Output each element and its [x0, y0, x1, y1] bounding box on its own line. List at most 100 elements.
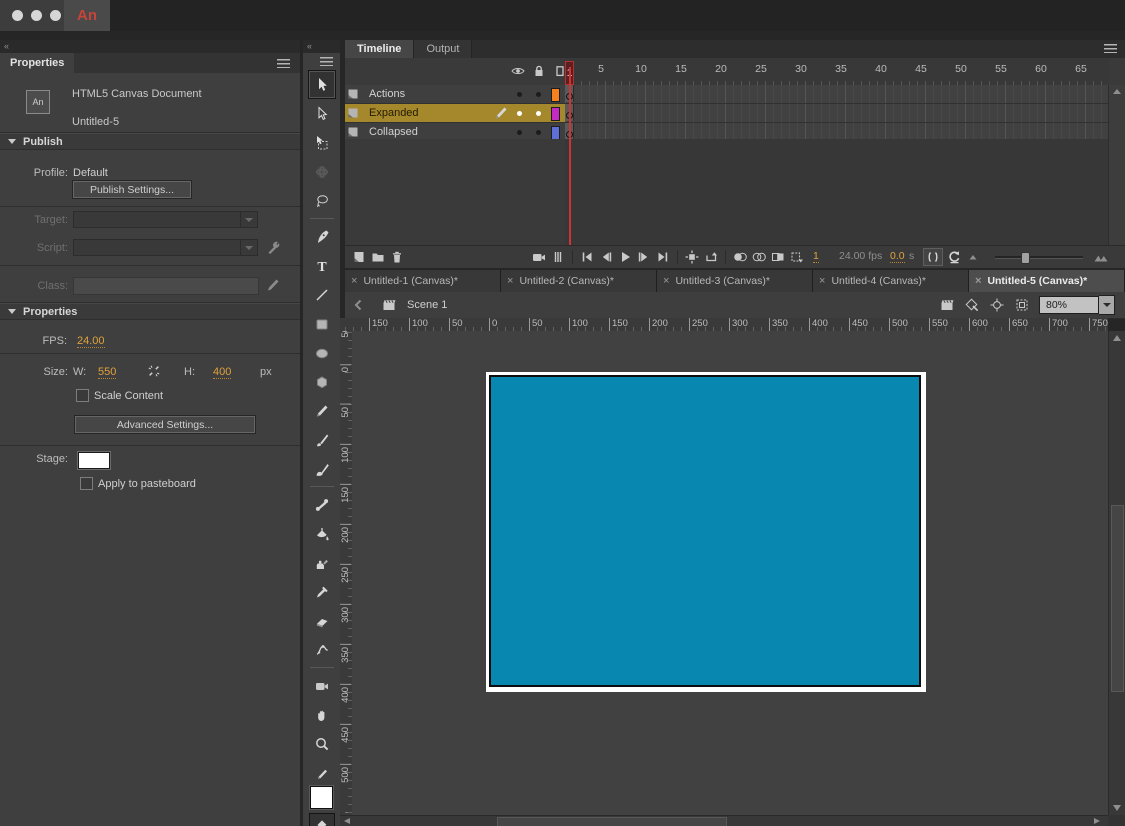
layer-lock-dot[interactable] [536, 111, 541, 116]
layer-visibility-dot[interactable] [517, 111, 522, 116]
tab-properties[interactable]: Properties [0, 53, 74, 73]
back-arrow-icon[interactable] [351, 297, 367, 313]
tool-ink-bottle-button[interactable] [308, 548, 336, 577]
tool-subselection-button[interactable] [308, 99, 336, 128]
fps-value[interactable]: 24.00 [77, 335, 105, 348]
stage-zoom-value[interactable]: 80% [1039, 296, 1099, 314]
timeline-scrollbar[interactable] [1108, 85, 1125, 246]
timeline-tab-output[interactable]: Output [414, 40, 472, 58]
scroll-down-icon[interactable] [1113, 805, 1121, 811]
slider-thumb[interactable] [1021, 252, 1030, 264]
tool-width-tool-button[interactable] [308, 635, 336, 664]
horizontal-scrollbar[interactable] [340, 815, 1108, 826]
goto-first-icon[interactable] [579, 249, 595, 265]
close-icon[interactable]: × [663, 275, 669, 287]
layer-row-expanded[interactable]: Expanded [345, 104, 1125, 123]
document-tab-title[interactable]: Untitled-5 (Canvas)* [987, 275, 1087, 287]
tool-bone-button[interactable] [308, 490, 336, 519]
tool-3d-rotation-button[interactable] [308, 157, 336, 186]
properties-section-header[interactable]: Properties [0, 303, 300, 320]
stroke-color-swatch[interactable] [310, 786, 333, 809]
layer-frames[interactable] [565, 104, 1109, 122]
tool-brush-button[interactable] [308, 425, 336, 454]
collapse-panel-icon[interactable]: « [307, 41, 311, 51]
scrollbar-thumb[interactable] [497, 817, 727, 826]
layer-outline-color-swatch[interactable] [551, 126, 560, 140]
tool-selection-button[interactable] [308, 70, 336, 99]
tool-polystar-button[interactable] [308, 367, 336, 396]
layer-name[interactable]: Actions [369, 88, 405, 100]
filter-bars-icon[interactable] [550, 249, 566, 265]
mountains-icon[interactable] [1093, 249, 1109, 265]
height-value[interactable]: 400 [213, 366, 231, 379]
tool-zoom-button[interactable] [308, 729, 336, 758]
scroll-up-icon[interactable] [1113, 335, 1121, 341]
layer-frames[interactable] [565, 85, 1109, 103]
panel-menu-icon[interactable] [320, 57, 333, 66]
publish-section-header[interactable]: Publish [0, 133, 300, 150]
tool-eyedropper-button[interactable] [308, 577, 336, 606]
eye-icon[interactable] [510, 63, 526, 79]
document-tab-title[interactable]: Untitled-4 (Canvas)* [831, 275, 926, 287]
pasteboard[interactable] [352, 331, 1108, 815]
document-tab[interactable]: × Untitled-3 (Canvas)* [657, 270, 813, 292]
onion-outline-icon[interactable] [751, 249, 767, 265]
document-tab[interactable]: × Untitled-5 (Canvas)* [969, 270, 1125, 292]
close-icon[interactable]: × [819, 275, 825, 287]
document-tab-title[interactable]: Untitled-3 (Canvas)* [675, 275, 770, 287]
play-icon[interactable] [617, 249, 633, 265]
layer-visibility-dot[interactable] [517, 130, 522, 135]
layer-name[interactable]: Collapsed [369, 126, 418, 138]
tool-paint-bucket-button[interactable] [308, 519, 336, 548]
new-layer-icon[interactable] [351, 249, 367, 265]
collapse-panel-icon[interactable]: « [4, 41, 8, 51]
target-dropdown[interactable] [73, 211, 258, 228]
step-back-icon[interactable] [598, 249, 614, 265]
document-tab[interactable]: ×Untitled-2 (Canvas)* [501, 270, 657, 292]
layer-name[interactable]: Expanded [369, 107, 419, 119]
edit-multiple-frames-icon[interactable] [770, 249, 786, 265]
timeline-zoom-slider[interactable] [995, 256, 1083, 258]
edit-symbols-icon[interactable] [964, 297, 980, 313]
document-name[interactable]: Untitled-5 [72, 116, 119, 128]
scene-name[interactable]: Scene 1 [407, 299, 447, 311]
new-folder-icon[interactable] [370, 249, 386, 265]
goto-last-icon[interactable] [655, 249, 671, 265]
step-forward-icon[interactable] [636, 249, 652, 265]
window-minimize-button[interactable] [31, 10, 42, 21]
scale-content-checkbox[interactable] [76, 389, 89, 402]
timeline-tab-timeline[interactable]: Timeline [345, 40, 414, 58]
layer-outline-color-swatch[interactable] [551, 107, 560, 121]
tool-rectangle-button[interactable] [308, 309, 336, 338]
layer-visibility-dot[interactable] [517, 92, 522, 97]
layer-name-cell[interactable]: Expanded [345, 104, 565, 122]
scroll-up-icon[interactable] [1113, 89, 1121, 94]
script-dropdown[interactable] [73, 239, 258, 256]
layer-name-cell[interactable]: Actions [345, 85, 565, 103]
panel-menu-icon[interactable] [277, 59, 290, 68]
publish-settings-button[interactable]: Publish Settings... [73, 181, 191, 198]
window-close-button[interactable] [12, 10, 23, 21]
edit-scene-icon[interactable] [939, 297, 955, 313]
center-stage-icon[interactable] [989, 297, 1005, 313]
tool-camera-button[interactable] [308, 671, 336, 700]
close-icon[interactable]: × [975, 275, 981, 287]
tool-free-transform-button[interactable] [308, 128, 336, 157]
panel-menu-icon[interactable] [1104, 44, 1117, 53]
tool-pencil-button[interactable] [308, 396, 336, 425]
onion-range-icon[interactable] [923, 248, 943, 266]
tool-pen-button[interactable] [308, 222, 336, 251]
tool-oval-button[interactable] [308, 338, 336, 367]
current-frame-value[interactable]: 1 [813, 250, 819, 263]
frame-ruler[interactable]: 5101520253035404550556065 [565, 58, 1109, 85]
tool-text-button[interactable]: T [308, 251, 336, 280]
clip-content-icon[interactable] [1014, 297, 1030, 313]
document-tab-title[interactable]: Untitled-1 (Canvas)* [363, 275, 458, 287]
fill-color-icon[interactable] [309, 813, 335, 826]
stage-rectangle-shape[interactable] [489, 375, 921, 687]
elapsed-time-value[interactable]: 0.0 [890, 250, 905, 263]
center-frame-icon[interactable] [684, 249, 700, 265]
scrollbar-thumb[interactable] [1111, 505, 1124, 692]
advanced-settings-button[interactable]: Advanced Settings... [75, 416, 255, 433]
tool-hand-button[interactable] [308, 700, 336, 729]
